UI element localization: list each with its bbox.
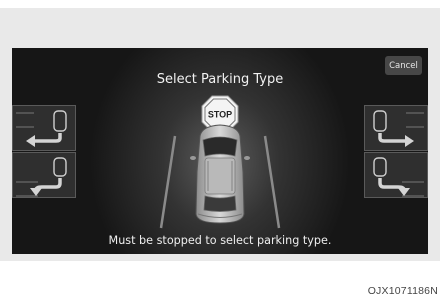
forward-right-parking-icon: [364, 152, 428, 198]
screen-title: Select Parking Type: [156, 72, 284, 87]
parking-option-reverse-left[interactable]: [12, 105, 76, 151]
cancel-button[interactable]: Cancel: [385, 56, 422, 75]
status-message: Must be stopped to select parking type.: [108, 234, 332, 247]
parking-screen: Select Parking Type Cancel STOP Must be …: [12, 48, 428, 254]
parking-option-forward-left[interactable]: [12, 152, 76, 198]
forward-left-parking-icon: [12, 152, 76, 198]
parking-option-reverse-right[interactable]: [364, 105, 428, 151]
image-code: OJX1071186N: [367, 285, 438, 297]
parking-option-forward-right[interactable]: [364, 152, 428, 198]
stop-sign-text: STOP: [208, 110, 232, 120]
car-icon: [190, 124, 250, 224]
reverse-left-parking-icon: [12, 105, 76, 151]
reverse-right-parking-icon: [364, 105, 428, 151]
